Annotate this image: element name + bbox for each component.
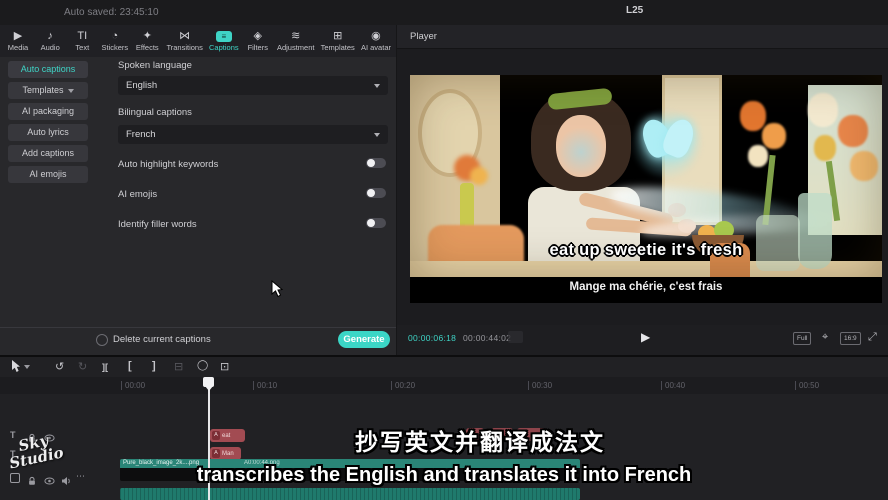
tab-filters[interactable]: ◈Filters [245,30,271,52]
trim-left-icon[interactable]: [ [128,360,132,372]
main-toolbar: ▶Media ♪Audio TIText ◔Stickers ✦Effects … [0,25,396,57]
ruler-tick: 00:00 [121,381,145,390]
ruler-tick: 00:50 [795,381,819,390]
captions-panel [0,57,396,355]
fullscreen-icon[interactable]: ⤢ [868,331,877,344]
tab-text[interactable]: TIText [69,30,95,52]
tab-media[interactable]: ▶Media [5,30,31,52]
templates-icon: ⊞ [333,30,342,42]
select-tool-icon[interactable] [10,359,22,378]
audio-clip[interactable] [120,488,580,500]
stickers-icon: ◔ [111,30,118,42]
sidebar-item-ai-packaging[interactable]: AI packaging [8,103,88,120]
play-button[interactable]: ▶ [641,330,650,344]
player-title: Player [410,31,437,42]
sidebar-item-auto-lyrics[interactable]: Auto lyrics [8,124,88,141]
tab-templates[interactable]: ⊞Templates [321,30,355,52]
tab-stickers[interactable]: ◔Stickers [101,30,128,52]
player-header [397,25,888,49]
tab-audio[interactable]: ♪Audio [37,30,63,52]
ai-avatar-icon: ◉ [371,30,381,42]
total-timecode: 00:00:44:02 [463,333,511,343]
auto-highlight-toggle[interactable] [366,158,386,168]
current-timecode: 00:00:06:18 [408,333,456,343]
mouse-cursor [270,280,284,303]
tab-ai-avatar[interactable]: ◉AI avatar [361,30,391,52]
delete-captions-checkbox[interactable] [96,334,108,346]
transitions-icon: ⋈ [179,30,190,42]
mask-icon[interactable]: ◯ [197,360,208,371]
filters-icon: ◈ [254,30,262,42]
tab-transitions[interactable]: ⋈Transitions [166,30,202,52]
ruler-tick: 00:10 [253,381,277,390]
captions-icon: ≡ [216,31,232,42]
audio-icon: ♪ [47,30,53,42]
video-caption-english: eat up sweetie it's fresh [410,241,882,260]
delete-icon[interactable]: ⊟ [174,360,183,373]
delete-captions-label: Delete current captions [113,334,211,345]
ai-emojis-label: AI emojis [118,189,157,200]
text-track-icon: T [10,430,16,440]
ai-emojis-toggle[interactable] [366,188,386,198]
video-caption-french: Mange ma chérie, c'est frais [410,281,882,293]
subtitle-chinese: 抄写英文并翻译成法文 [72,423,888,457]
chevron-down-icon [68,89,74,93]
ruler-tick: 00:40 [661,381,685,390]
autosave-status: Auto saved: 23:45:10 [64,7,159,18]
chevron-down-icon [374,84,380,88]
trim-right-icon[interactable]: ] [152,360,156,372]
redo-icon[interactable]: ↻ [78,360,87,373]
sidebar-item-add-captions[interactable]: Add captions [8,145,88,162]
build-label: L25 [626,5,643,16]
video-preview: eat up sweetie it's fresh Mange ma chéri… [410,75,882,303]
crop-icon[interactable]: ⊡ [220,360,229,373]
bilingual-captions-label: Bilingual captions [118,107,192,118]
adjustment-icon: ≋ [291,30,300,42]
tab-effects[interactable]: ✦Effects [134,30,160,52]
split-icon[interactable]: ][ [102,362,108,372]
subtitle-english: transcribes the English and translates i… [0,464,888,487]
generate-button[interactable]: Generate [338,331,390,348]
sidebar-item-templates[interactable]: Templates [8,82,88,99]
spoken-language-select[interactable]: English [118,76,388,95]
chevron-down-icon[interactable] [24,365,30,369]
ruler-tick: 00:30 [528,381,552,390]
dim-badge [508,331,523,343]
quality-button[interactable]: Full [793,332,811,345]
letterbox-bar: Mange ma chérie, c'est frais [410,277,882,303]
ruler-tick: 00:20 [391,381,415,390]
effects-icon: ✦ [143,30,152,42]
undo-icon[interactable]: ↺ [55,360,64,373]
capcut-window: Auto saved: 23:45:10 L25 ▶Media ♪Audio T… [0,0,888,500]
spoken-language-label: Spoken language [118,60,192,71]
filler-words-label: Identify filler words [118,219,197,230]
sidebar-item-ai-emojis[interactable]: AI emojis [8,166,88,183]
auto-highlight-label: Auto highlight keywords [118,159,218,170]
bilingual-language-select[interactable]: French [118,125,388,144]
chevron-down-icon [374,133,380,137]
media-icon: ▶ [14,30,22,42]
playhead[interactable] [203,377,214,387]
fit-screen-icon[interactable]: ⌖ [822,331,828,344]
text-icon: TI [77,30,87,42]
ratio-button[interactable]: 16:9 [840,332,861,345]
tab-captions[interactable]: ≡Captions [209,31,239,52]
filler-words-toggle[interactable] [366,218,386,228]
sidebar-item-auto-captions[interactable]: Auto captions [8,61,88,78]
tab-adjustment[interactable]: ≋Adjustment [277,30,315,52]
